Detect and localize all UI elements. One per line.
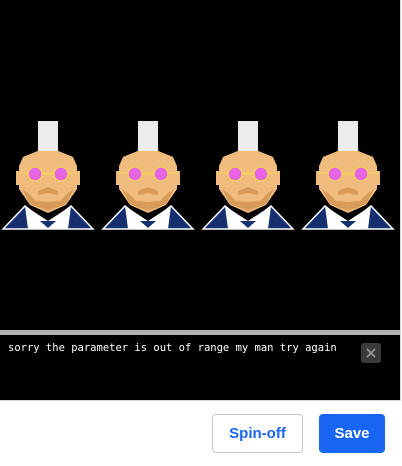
figure-2 bbox=[102, 120, 194, 230]
faces-drawing bbox=[2, 120, 394, 230]
spin-off-button[interactable]: Spin-off bbox=[212, 414, 303, 453]
program-output-frame: sorry the parameter is out of range my m… bbox=[0, 0, 401, 401]
figure-1 bbox=[2, 120, 94, 230]
save-button[interactable]: Save bbox=[319, 414, 385, 453]
program-canvas[interactable] bbox=[0, 0, 400, 330]
error-console: sorry the parameter is out of range my m… bbox=[0, 335, 400, 400]
error-message: sorry the parameter is out of range my m… bbox=[8, 342, 337, 354]
close-error-button[interactable] bbox=[361, 343, 381, 363]
close-icon bbox=[366, 348, 376, 358]
figure-3 bbox=[202, 120, 294, 230]
figure-4 bbox=[302, 120, 394, 230]
